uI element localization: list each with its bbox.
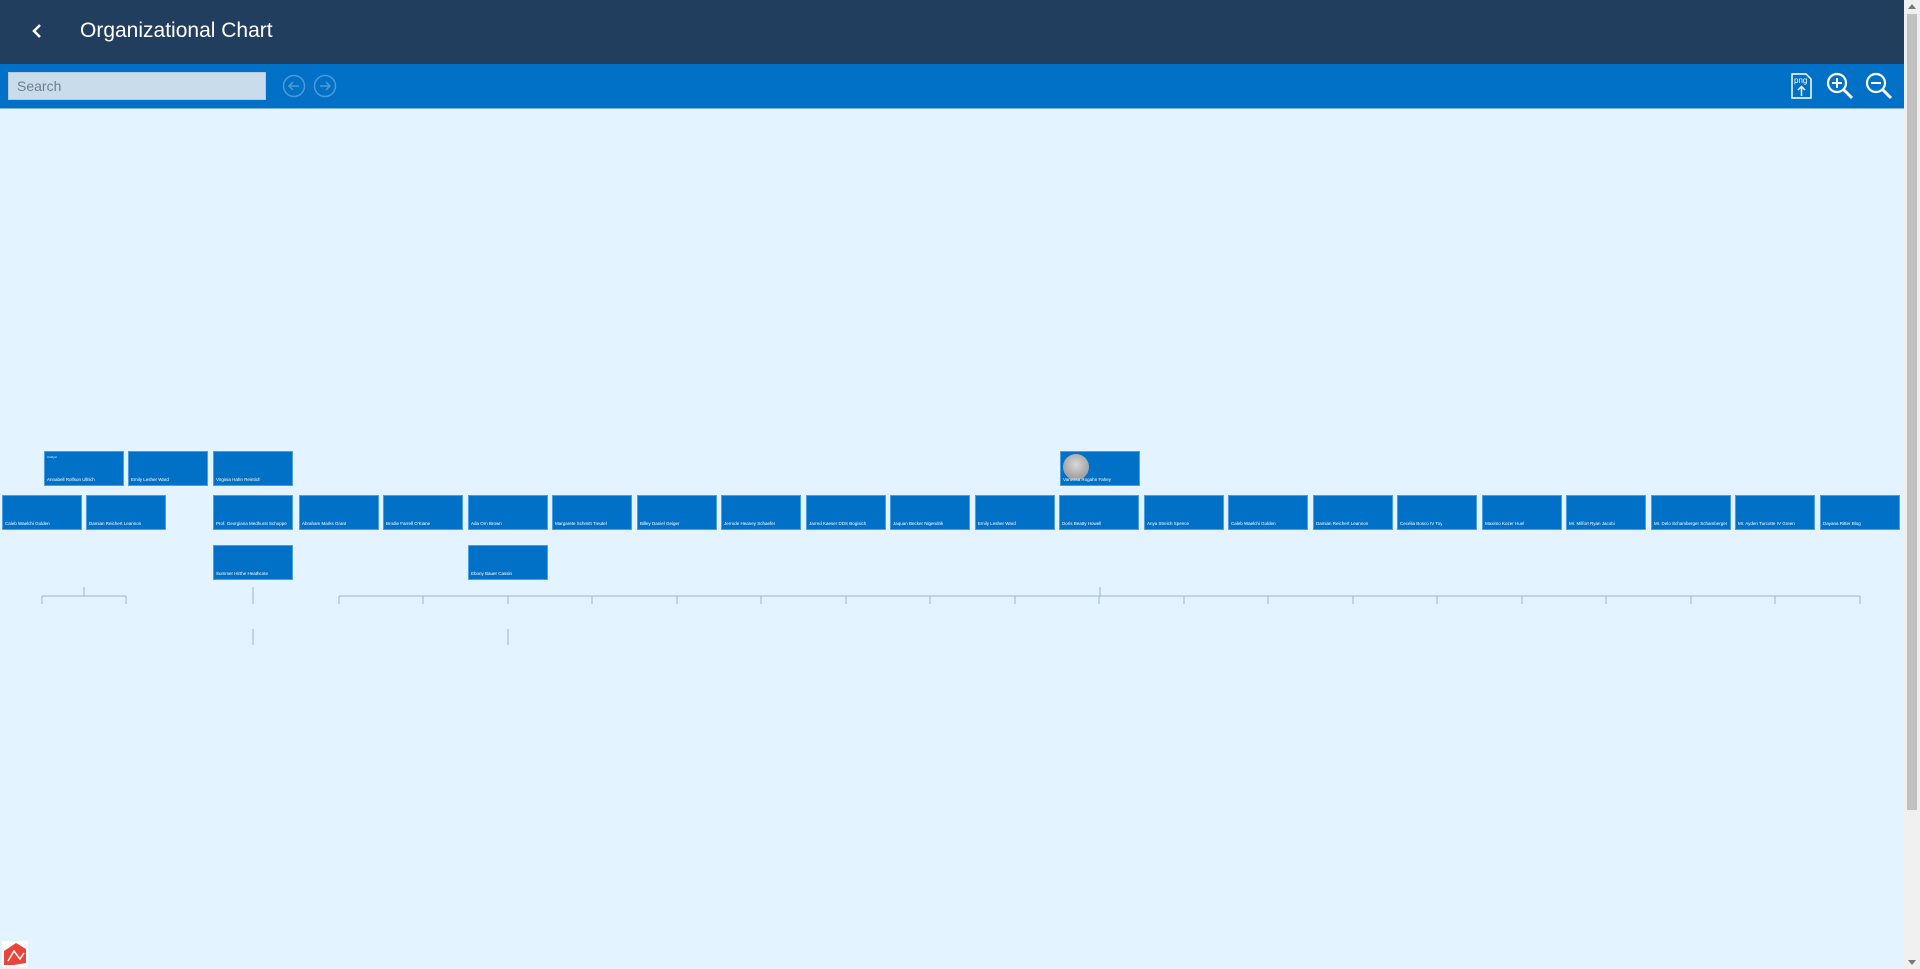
org-node[interactable]: Damian Reichert Leannon bbox=[1313, 495, 1393, 530]
org-node[interactable]: Cecelia Bosco IV Toy bbox=[1397, 495, 1477, 530]
org-node-root[interactable]: Vanessa Rogahn Fahey bbox=[1060, 451, 1140, 486]
org-node[interactable]: Mr. Delo Schamberger Schamberger bbox=[1651, 495, 1731, 530]
node-name: Ada Orn Brown bbox=[471, 521, 502, 526]
previous-arrow-icon[interactable] bbox=[282, 74, 306, 98]
org-node[interactable]: Jerrode Heaney Schaefer bbox=[721, 495, 801, 530]
org-node[interactable]: Anya Streich Spence bbox=[1144, 495, 1224, 530]
node-title: Analyst bbox=[47, 455, 57, 459]
app-logo-icon bbox=[2, 941, 28, 967]
node-name: Billey Daniel Geiger bbox=[640, 521, 680, 526]
org-node[interactable]: Emily Lesher Ward bbox=[128, 451, 208, 486]
scroll-thumb[interactable] bbox=[1907, 14, 1917, 810]
node-name: Vanessa Rogahn Fahey bbox=[1063, 477, 1111, 482]
node-name: Jerrode Heaney Schaefer bbox=[724, 521, 776, 526]
scroll-up-arrow-icon[interactable] bbox=[1908, 4, 1916, 9]
org-node[interactable]: Billey Daniel Geiger bbox=[637, 495, 717, 530]
node-name: Mr. Delo Schamberger Schamberger bbox=[1654, 521, 1728, 526]
org-node[interactable]: Jarred Kaeser DDS Bogisich bbox=[806, 495, 886, 530]
node-name: Mr. Milfort Ryan Jacobi bbox=[1569, 521, 1615, 526]
search-input[interactable] bbox=[8, 72, 266, 100]
export-png-label: png bbox=[1794, 76, 1807, 85]
org-node[interactable]: Abraham Marks Grant bbox=[299, 495, 379, 530]
node-name: Brodie Farrell O'Kiane bbox=[386, 521, 431, 526]
node-name: Mr. Ayden Turcotte IV Green bbox=[1738, 521, 1795, 526]
org-node[interactable]: Mr. Milfort Ryan Jacobi bbox=[1566, 495, 1646, 530]
org-chart-canvas[interactable]: Vanessa Rogahn Fahey Analyst Annabell Ro… bbox=[0, 109, 1904, 969]
node-name: Caleb Waelchi Golden bbox=[1231, 521, 1276, 526]
toolbar: png bbox=[0, 64, 1904, 109]
node-name: Margarete Schmitt Treutel bbox=[555, 521, 607, 526]
export-png-icon[interactable]: png bbox=[1786, 71, 1816, 101]
next-arrow-icon[interactable] bbox=[313, 74, 337, 98]
org-node[interactable]: Mr. Ayden Turcotte IV Green bbox=[1735, 495, 1815, 530]
org-node[interactable]: Ada Orn Brown bbox=[468, 495, 548, 530]
node-name: Ebony Bauer Cassin bbox=[471, 571, 513, 576]
node-name: Cecelia Bosco IV Toy bbox=[1400, 521, 1443, 526]
org-node[interactable]: Jaquan Becker Nigendrik bbox=[890, 495, 970, 530]
org-node[interactable]: Summer Hirthe Heathcote bbox=[213, 545, 293, 580]
node-name: Abraham Marks Grant bbox=[302, 521, 347, 526]
node-name: Doris Beatty Howell bbox=[1062, 521, 1102, 526]
node-name: Jarred Kaeser DDS Bogisich bbox=[809, 521, 867, 526]
org-node[interactable]: Maximo Kozer Huel bbox=[1482, 495, 1562, 530]
node-name: Anya Streich Spence bbox=[1147, 521, 1190, 526]
org-node[interactable]: Doris Beatty Howell bbox=[1059, 495, 1139, 530]
org-node[interactable]: Margarete Schmitt Treutel bbox=[552, 495, 632, 530]
zoom-out-icon[interactable] bbox=[1864, 71, 1894, 101]
node-name: Summer Hirthe Heathcote bbox=[216, 571, 269, 576]
node-name: Dayana Ritter Blog bbox=[1823, 521, 1861, 526]
org-chart-connectors bbox=[41, 587, 1861, 645]
zoom-in-icon[interactable] bbox=[1825, 71, 1855, 101]
org-node[interactable]: Analyst Annabell Rolfson Ullrich bbox=[44, 451, 124, 486]
node-name: Annabell Rolfson Ullrich bbox=[47, 477, 95, 482]
org-node[interactable]: Prof. Georgiana Medhurst Schuppe bbox=[213, 495, 293, 530]
org-node[interactable]: Dayana Ritter Blog bbox=[1820, 495, 1900, 530]
node-name: Virginia Hahn Reintich bbox=[216, 477, 261, 482]
scroll-down-arrow-icon[interactable] bbox=[1908, 960, 1916, 965]
org-node[interactable]: Ebony Bauer Cassin bbox=[468, 545, 548, 580]
org-node[interactable]: Caleb Waelchi Golden bbox=[2, 495, 82, 530]
node-name: Jaquan Becker Nigendrik bbox=[893, 521, 944, 526]
node-name: Damian Reichert Leannon bbox=[1316, 521, 1369, 526]
vertical-scrollbar[interactable] bbox=[1904, 0, 1920, 969]
node-name: Caleb Waelchi Golden bbox=[5, 521, 50, 526]
app-header: Organizational Chart bbox=[0, 0, 1904, 64]
back-arrow-icon[interactable] bbox=[22, 16, 52, 46]
node-name: Prof. Georgiana Medhurst Schuppe bbox=[216, 521, 287, 526]
node-name: Emily Lesher Ward bbox=[131, 477, 169, 482]
org-node[interactable]: Virginia Hahn Reintich bbox=[213, 451, 293, 486]
page-title: Organizational Chart bbox=[80, 19, 273, 42]
org-node[interactable]: Emily Lesher Ward bbox=[975, 495, 1055, 530]
org-node[interactable]: Caleb Waelchi Golden bbox=[1228, 495, 1308, 530]
node-name: Maximo Kozer Huel bbox=[1485, 521, 1525, 526]
node-name: Emily Lesher Ward bbox=[978, 521, 1016, 526]
node-name: Damian Reichert Leannon bbox=[89, 521, 142, 526]
org-node[interactable]: Damian Reichert Leannon bbox=[86, 495, 166, 530]
org-node[interactable]: Brodie Farrell O'Kiane bbox=[383, 495, 463, 530]
